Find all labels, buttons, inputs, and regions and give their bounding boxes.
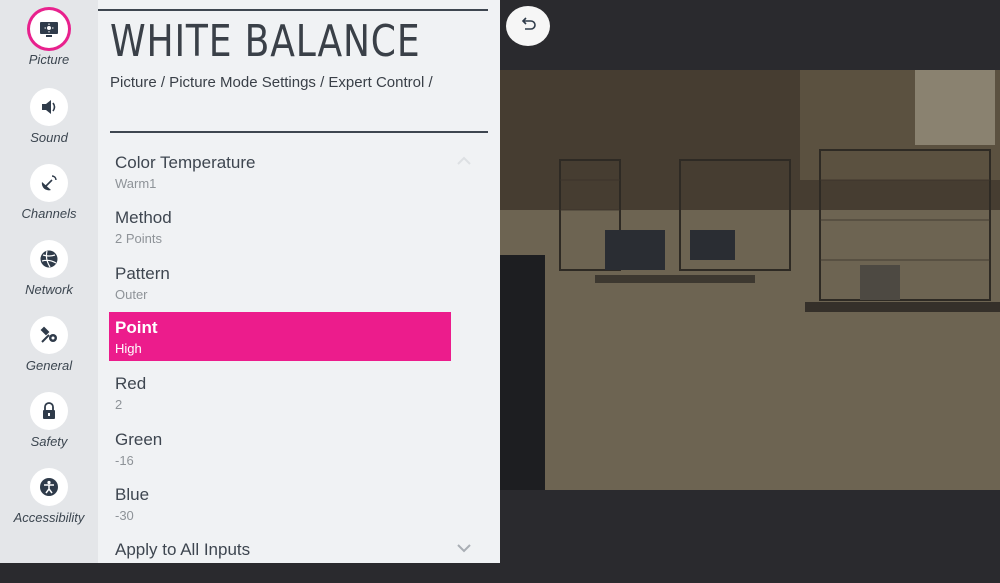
menu-item-value: Warm1	[115, 176, 157, 191]
sidebar-item-label: Sound	[30, 130, 68, 145]
menu-item-point[interactable]: Point High	[109, 312, 451, 361]
sidebar-item-label: Safety	[30, 434, 68, 449]
sidebar-item-sound[interactable]: Sound	[0, 88, 98, 145]
back-button[interactable]	[506, 6, 550, 46]
network-icon	[30, 240, 68, 278]
picture-icon	[30, 10, 68, 48]
breadcrumb: Picture / Picture Mode Settings / Expert…	[110, 74, 433, 91]
menu-item-blue[interactable]: Blue -30	[109, 479, 451, 528]
safety-icon	[30, 392, 68, 430]
menu-item-green[interactable]: Green -16	[109, 424, 451, 473]
sidebar-item-general[interactable]: General	[0, 316, 98, 373]
menu-item-method[interactable]: Method 2 Points	[109, 202, 451, 251]
menu-item-value: 2 Points	[115, 231, 162, 246]
menu-item-color-temperature[interactable]: Color Temperature Warm1	[109, 147, 451, 196]
menu-item-value: 2	[115, 397, 123, 412]
menu-item-label: Red	[115, 374, 147, 393]
menu-item-value: -30	[115, 508, 134, 523]
menu-item-label: Pattern	[115, 264, 170, 283]
menu-item-pattern[interactable]: Pattern Outer	[109, 258, 451, 307]
settings-panel: WHITE BALANCE Picture / Picture Mode Set…	[98, 0, 500, 563]
top-divider	[98, 9, 488, 11]
sidebar-item-picture[interactable]: Picture	[0, 10, 98, 67]
sidebar-item-label: General	[25, 358, 73, 373]
page-title: WHITE BALANCE	[110, 16, 421, 67]
menu-item-value: High	[115, 341, 142, 356]
sound-icon	[30, 88, 68, 126]
sidebar-item-label: Network	[25, 282, 73, 297]
channels-icon	[30, 164, 68, 202]
menu-item-label: Blue	[115, 485, 150, 504]
accessibility-icon	[30, 468, 68, 506]
menu-item-apply-to-all-inputs[interactable]: Apply to All Inputs	[109, 534, 451, 583]
menu-item-label: Color Temperature	[115, 153, 256, 172]
scroll-up-icon[interactable]	[456, 156, 472, 166]
menu-item-value: Outer	[115, 287, 148, 302]
menu-item-label: Apply to All Inputs	[115, 540, 251, 559]
header-divider	[110, 131, 488, 133]
category-sidebar: Picture Sound Channels Network General S…	[0, 0, 98, 563]
scroll-down-icon[interactable]	[456, 543, 472, 553]
sidebar-item-label: Accessibility	[13, 510, 85, 525]
menu-item-label: Point	[115, 318, 158, 337]
preview-scene-image	[500, 70, 1000, 490]
sidebar-item-accessibility[interactable]: Accessibility	[0, 468, 98, 525]
back-arrow-icon	[521, 17, 536, 30]
sidebar-item-label: Channels	[21, 206, 77, 221]
menu-item-value: -16	[115, 453, 134, 468]
sidebar-item-channels[interactable]: Channels	[0, 164, 98, 221]
menu-item-label: Green	[115, 430, 163, 449]
picture-preview	[500, 70, 1000, 490]
menu-item-label: Method	[115, 208, 172, 227]
menu-item-red[interactable]: Red 2	[109, 368, 451, 417]
sidebar-item-label: Picture	[28, 52, 70, 67]
sidebar-item-safety[interactable]: Safety	[0, 392, 98, 449]
general-icon	[30, 316, 68, 354]
sidebar-item-network[interactable]: Network	[0, 240, 98, 297]
